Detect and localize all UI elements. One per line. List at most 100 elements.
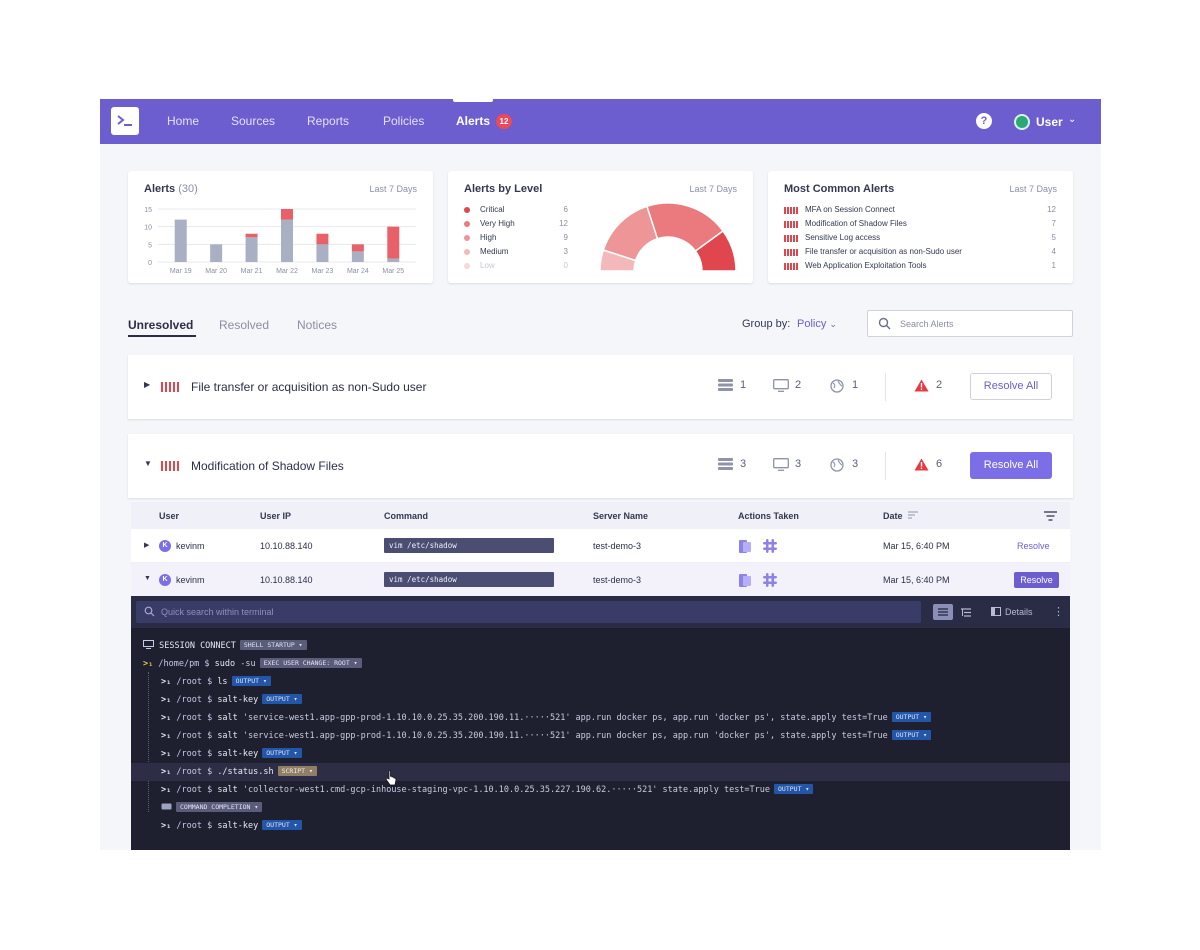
document-action-icon[interactable] <box>738 573 752 588</box>
hand-cursor-icon <box>385 770 397 786</box>
warning-icon <box>914 379 929 392</box>
event-tag[interactable]: OUTPUT ▾ <box>262 748 302 758</box>
terminal-line-content: >₁ /root $ salt-key OUTPUT ▾ <box>161 691 302 709</box>
monitor-icon <box>143 640 159 651</box>
col-actions-taken[interactable]: Actions Taken <box>738 511 799 521</box>
divider <box>885 452 886 480</box>
search-input[interactable] <box>900 316 1060 332</box>
table-row[interactable]: ▶ K kevinm 10.10.88.140 vim /etc/shadow … <box>131 529 1070 563</box>
caret-right-icon[interactable]: ▶ <box>144 541 149 549</box>
common-alert-row: Modification of Shadow Files 7 <box>784 219 1056 231</box>
sources-count: 1 <box>740 379 747 391</box>
event-tag[interactable]: OUTPUT ▾ <box>262 694 302 704</box>
user-menu[interactable]: User ⌄ <box>1014 112 1084 132</box>
tab-resolved[interactable]: Resolved <box>219 318 269 332</box>
tab-unresolved[interactable]: Unresolved <box>128 318 193 332</box>
policy-group-file-transfer[interactable]: ▶ File transfer or acquisition as non-Su… <box>128 355 1073 419</box>
list-view-icon <box>938 608 948 616</box>
search-icon <box>878 317 891 330</box>
help-icon[interactable]: ? <box>976 113 992 129</box>
policy-group-shadow-files[interactable]: ▼ Modification of Shadow Files 3 3 3 6 R… <box>128 434 1073 498</box>
terminal-line: SESSION CONNECT SHELL STARTUP ▾ <box>131 637 1070 655</box>
event-tag[interactable]: OUTPUT ▾ <box>262 820 302 830</box>
terminal-line-content: >₁ /root $ salt-key OUTPUT ▾ <box>161 817 302 835</box>
y-tick-label: 5 <box>148 242 152 249</box>
caret-right-icon[interactable]: ▶ <box>144 380 150 389</box>
terminal-line: >₁ /root $ salt 'collector-west1.cmd-gcp… <box>131 781 1070 799</box>
more-menu-icon[interactable]: ⋮ <box>1053 605 1064 618</box>
event-tag[interactable]: OUTPUT ▾ <box>891 730 932 740</box>
nav-policies[interactable]: Policies <box>383 114 424 128</box>
nav-home[interactable]: Home <box>167 114 199 128</box>
nav-reports[interactable]: Reports <box>307 114 349 128</box>
event-tag[interactable]: COMMAND COMPLETION ▾ <box>176 802 263 812</box>
keyboard-icon <box>161 803 172 813</box>
caret-down-icon[interactable]: ▼ <box>144 459 152 468</box>
prompt-path: /root $ <box>176 749 213 759</box>
table-row[interactable]: ▼ K kevinm 10.10.88.140 vim /etc/shadow … <box>131 563 1070 597</box>
resolve-link[interactable]: Resolve <box>1017 541 1050 551</box>
terminal-search-input[interactable] <box>161 604 861 620</box>
table-header: User User IP Command Server Name Actions… <box>131 502 1070 529</box>
terminal-search[interactable] <box>136 601 921 623</box>
event-tag[interactable]: OUTPUT ▾ <box>231 676 271 686</box>
document-action-icon[interactable] <box>738 539 752 554</box>
card-period: Last 7 Days <box>1009 184 1057 194</box>
panel-icon <box>991 607 1001 616</box>
search-alerts[interactable] <box>867 310 1073 337</box>
alert-count: 5 <box>1051 233 1056 242</box>
group-by-dropdown[interactable]: Policy ⌄ <box>797 318 837 330</box>
command-text: salt-key <box>217 749 259 759</box>
tab-notices[interactable]: Notices <box>297 318 337 332</box>
terminal-line: >₁ /root $ ./status.sh SCRIPT ▾ <box>131 763 1070 781</box>
nav-sources[interactable]: Sources <box>231 114 275 128</box>
col-date[interactable]: Date <box>883 511 919 521</box>
event-tag[interactable]: OUTPUT ▾ <box>774 784 814 794</box>
tree-view-button[interactable] <box>956 604 976 620</box>
common-alert-row: MFA on Session Connect 12 <box>784 205 1056 217</box>
caret-down-icon[interactable]: ▼ <box>144 575 151 582</box>
servers-count: 3 <box>795 458 802 470</box>
command-text: salt-key <box>217 695 259 705</box>
terminal-line: >₁ /root $ ls OUTPUT ▾ <box>131 673 1070 691</box>
slack-icon[interactable] <box>763 573 777 587</box>
command-text: SESSION CONNECT <box>159 641 236 651</box>
col-server-name[interactable]: Server Name <box>593 511 648 521</box>
severity-bars-icon <box>161 382 181 392</box>
resolve-button[interactable]: Resolve <box>1014 572 1059 588</box>
col-user[interactable]: User <box>159 511 179 521</box>
alert-name: Modification of Shadow Files <box>805 219 907 228</box>
command-text: salt <box>217 713 238 723</box>
alert-name: MFA on Session Connect <box>805 205 895 214</box>
ips-count: 3 <box>852 458 859 470</box>
nav-alerts[interactable]: Alerts <box>456 114 490 128</box>
command-text: salt <box>217 731 238 741</box>
event-tag[interactable]: SHELL STARTUP ▾ <box>239 640 307 650</box>
sources-count: 3 <box>740 458 747 470</box>
event-tag[interactable]: EXEC USER CHANGE: ROOT ▾ <box>259 658 362 668</box>
filter-icon[interactable] <box>1044 511 1057 521</box>
servers-count: 2 <box>795 379 802 391</box>
x-tick-label: Mar 22 <box>276 268 298 275</box>
cell-command: vim /etc/shadow <box>384 538 554 553</box>
cell-date: Mar 15, 6:40 PM <box>883 541 950 551</box>
most-common-card: Most Common Alerts Last 7 Days MFA on Se… <box>768 171 1073 283</box>
col-command[interactable]: Command <box>384 511 428 521</box>
event-tag[interactable]: SCRIPT ▾ <box>277 766 317 776</box>
x-tick-label: Mar 21 <box>241 268 263 275</box>
col-user-ip[interactable]: User IP <box>260 511 291 521</box>
cell-server: test-demo-3 <box>593 541 642 551</box>
command-text: sudo <box>214 659 236 669</box>
resolve-all-button[interactable]: Resolve All <box>970 452 1052 479</box>
list-icon <box>718 379 733 391</box>
alerts-chart-card: Alerts (30) Last 7 Days 0 5 10 15 Mar 19 Mar … <box>128 171 433 283</box>
slack-icon[interactable] <box>763 539 777 553</box>
resolve-all-button[interactable]: Resolve All <box>970 373 1052 400</box>
session-terminal: Details ⋮ SESSION CONNECTSHELL STARTUP ▾… <box>131 596 1070 850</box>
details-button[interactable]: Details <box>991 607 1033 617</box>
terminal-logo-icon[interactable] <box>111 107 139 135</box>
event-tag[interactable]: OUTPUT ▾ <box>891 712 932 722</box>
globe-icon <box>830 458 844 472</box>
policy-name: File transfer or acquisition as non-Sudo… <box>191 380 427 394</box>
list-view-button[interactable] <box>933 604 953 620</box>
